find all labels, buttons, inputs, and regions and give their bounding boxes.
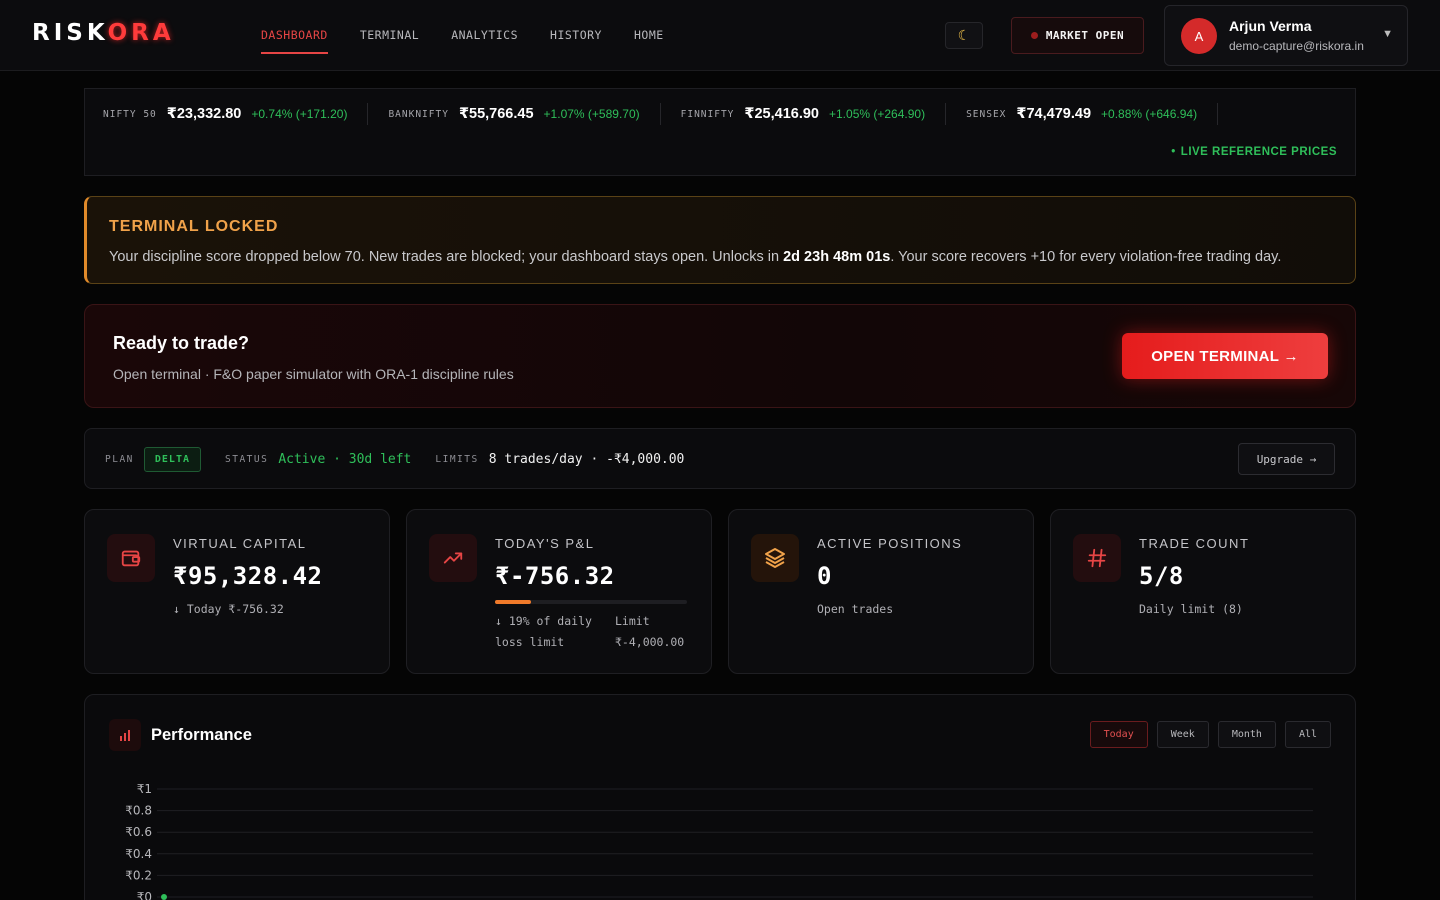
market-status-button[interactable]: MARKET OPEN — [1011, 17, 1144, 54]
ticker-change: +0.74% (+171.20) — [251, 107, 348, 121]
range-today[interactable]: Today — [1089, 721, 1148, 748]
card-subtext: Open trades — [817, 602, 894, 616]
main-nav: DASHBOARD TERMINAL ANALYTICS HISTORY HOM… — [261, 0, 696, 71]
top-navigation-bar: RISKORA DASHBOARD TERMINAL ANALYTICS HIS… — [0, 0, 1440, 71]
ticker-item-sensex: SENSEX ₹74,479.49 +0.88% (+646.94) — [966, 103, 1219, 125]
plan-bar: PLAN DELTA STATUS Active · 30d left LIMI… — [84, 428, 1356, 489]
active-positions-card: ACTIVE POSITIONS 0 Open trades — [728, 509, 1034, 674]
ticker-name: BANKNIFTY — [388, 108, 449, 120]
y-tick-label: ₹0.6 — [125, 825, 152, 839]
y-tick-label: ₹0 — [137, 890, 152, 900]
status-label: STATUS — [225, 454, 269, 465]
limit-amount: ₹-4,000.00 — [615, 635, 685, 649]
todays-pnl-card: TODAY'S P&L ₹-756.32 ↓ 19% of daily loss… — [406, 509, 712, 674]
performance-chart: ₹1 ₹0.8 ₹0.6 ₹0.4 ₹0.2 ₹0 — [125, 782, 1313, 900]
card-subtext: Daily limit (8) — [1139, 602, 1243, 616]
user-email: demo-capture@riskora.in — [1229, 39, 1364, 53]
trend-icon — [429, 534, 477, 582]
range-all[interactable]: All — [1284, 721, 1331, 748]
nav-home[interactable]: HOME — [634, 0, 664, 71]
ticker-name: FINNIFTY — [680, 108, 735, 120]
card-label: TRADE COUNT — [1139, 536, 1250, 551]
bar-chart-icon — [109, 719, 141, 751]
plan-row: PLAN DELTA STATUS Active · 30d left LIMI… — [105, 429, 684, 490]
ticker-change: +1.05% (+264.90) — [829, 107, 926, 121]
range-month[interactable]: Month — [1217, 721, 1276, 748]
ticker-price: ₹74,479.49 — [1016, 106, 1092, 122]
avatar: A — [1181, 18, 1217, 54]
ticker-item-finnifty: FINNIFTY ₹25,416.90 +1.05% (+264.90) — [680, 103, 947, 125]
y-tick-label: ₹0.2 — [125, 868, 152, 882]
moon-icon: ☾ — [957, 27, 971, 43]
market-status-dot — [1030, 32, 1038, 39]
ticker-change: +1.07% (+589.70) — [543, 107, 640, 121]
plan-label: PLAN — [105, 454, 134, 465]
loss-limit-value: Limit ₹-4,000.00 — [615, 611, 684, 653]
chart-point — [161, 894, 167, 900]
ticker-price: ₹25,416.90 — [744, 106, 819, 122]
live-prices-label: LIVE REFERENCE PRICES — [1171, 146, 1337, 158]
locked-message: Your discipline score dropped below 70. … — [109, 249, 1281, 265]
market-status-label: MARKET OPEN — [1045, 29, 1125, 42]
logo-text-ora: ORA — [107, 20, 175, 46]
unlock-countdown: 2d 23h 48m 01s — [783, 249, 891, 265]
ready-title: Ready to trade? — [113, 333, 250, 353]
logo-text-risk: RISK — [32, 20, 108, 46]
nav-terminal[interactable]: TERMINAL — [360, 0, 419, 71]
range-week[interactable]: Week — [1156, 721, 1209, 748]
nav-analytics[interactable]: ANALYTICS — [451, 0, 518, 71]
ticker-name: SENSEX — [966, 108, 1007, 120]
card-label: TODAY'S P&L — [495, 536, 595, 551]
range-selector: Today Week Month All — [1089, 721, 1331, 748]
performance-panel: Performance Today Week Month All ₹1 ₹0.8 ₹… — [84, 694, 1356, 900]
user-name: Arjun Verma — [1229, 18, 1312, 34]
ticker-price: ₹55,766.45 — [458, 106, 534, 122]
nav-history[interactable]: HISTORY — [550, 0, 602, 71]
locked-text-after: . Your score recovers +10 for every viol… — [890, 249, 1282, 265]
ticker-row: NIFTY 50 ₹23,332.80 +0.74% (+171.20) BAN… — [103, 89, 1238, 139]
card-subtext: ↓ Today ₹-756.32 — [173, 602, 284, 616]
y-tick-label: ₹0.4 — [125, 847, 152, 861]
locked-text-before: Your discipline score dropped below 70. … — [109, 249, 784, 265]
ticker-item-nifty: NIFTY 50 ₹23,332.80 +0.74% (+171.20) — [103, 103, 369, 125]
y-tick-label: ₹1 — [137, 782, 152, 796]
nav-dashboard[interactable]: DASHBOARD — [261, 0, 328, 71]
plan-badge: DELTA — [143, 447, 201, 472]
terminal-locked-banner: TERMINAL LOCKED Your discipline score dr… — [84, 196, 1356, 284]
ticker-change: +0.88% (+646.94) — [1101, 107, 1198, 121]
card-value: ₹95,328.42 — [173, 562, 323, 590]
ticker-name: NIFTY 50 — [103, 108, 157, 120]
ready-subtitle: Open terminal · F&O paper simulator with… — [113, 366, 514, 382]
card-label: ACTIVE POSITIONS — [817, 536, 963, 551]
ready-to-trade-panel: Ready to trade? Open terminal · F&O pape… — [84, 304, 1356, 408]
performance-title: Performance — [151, 726, 252, 744]
loss-limit-percent: ↓ 19% of daily loss limit — [495, 614, 592, 649]
brand-logo[interactable]: RISKORA — [32, 20, 175, 46]
loss-limit-progress-fill — [495, 600, 532, 604]
card-label: VIRTUAL CAPITAL — [173, 536, 307, 551]
upgrade-button[interactable]: Upgrade → — [1238, 443, 1335, 475]
locked-title: TERMINAL LOCKED — [109, 218, 279, 235]
card-value: ₹-756.32 — [495, 562, 615, 590]
hash-icon — [1073, 534, 1121, 582]
y-tick-label: ₹0.8 — [125, 804, 152, 818]
card-value: 5/8 — [1139, 562, 1184, 590]
theme-toggle-button[interactable]: ☾ — [945, 22, 983, 49]
user-menu[interactable]: A Arjun Verma demo-capture@riskora.in ▼ — [1164, 5, 1408, 66]
chevron-down-icon[interactable]: ▼ — [1382, 28, 1393, 40]
limits-value: 8 trades/day · -₹4,000.00 — [488, 452, 685, 467]
card-value: 0 — [817, 562, 832, 590]
status-value: Active · 30d left — [278, 452, 412, 467]
index-ticker: NIFTY 50 ₹23,332.80 +0.74% (+171.20) BAN… — [84, 88, 1356, 176]
layers-icon — [751, 534, 799, 582]
ticker-item-banknifty: BANKNIFTY ₹55,766.45 +1.07% (+589.70) — [388, 103, 661, 125]
ticker-price: ₹23,332.80 — [166, 106, 242, 122]
wallet-icon — [107, 534, 155, 582]
limits-label: LIMITS — [435, 454, 479, 465]
loss-limit-progress — [495, 600, 687, 604]
open-terminal-button[interactable]: OPEN TERMINAL → — [1122, 333, 1328, 379]
trade-count-card: TRADE COUNT 5/8 Daily limit (8) — [1050, 509, 1356, 674]
virtual-capital-card: VIRTUAL CAPITAL ₹95,328.42 ↓ Today ₹-756… — [84, 509, 390, 674]
limit-label: Limit — [615, 614, 650, 628]
